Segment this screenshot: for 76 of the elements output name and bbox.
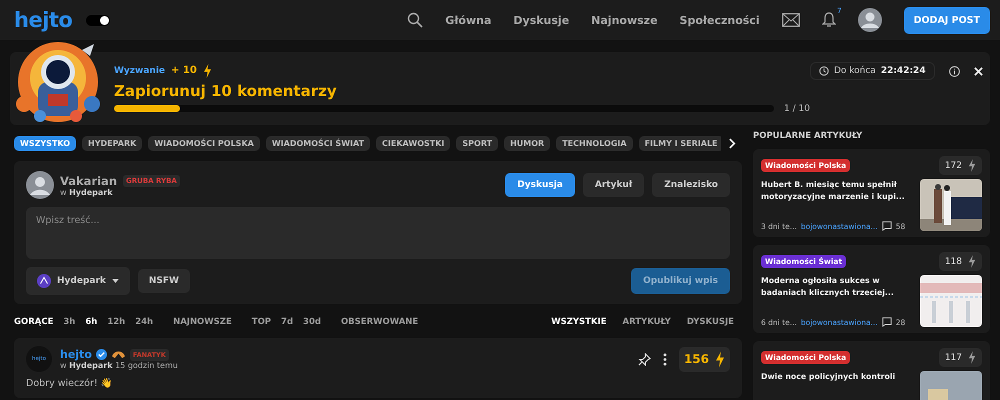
avatar-icon (26, 171, 54, 199)
filter-option[interactable]: DYSKUSJE (686, 317, 734, 327)
community-icon (37, 274, 51, 288)
lightning-icon (202, 64, 212, 78)
clock-icon (818, 66, 829, 76)
category-tab[interactable]: WIADOMOŚCI POLSKA (148, 136, 260, 151)
sort-option[interactable]: 6h (85, 317, 98, 327)
score-value: 172 (944, 160, 962, 170)
lightning-icon (715, 350, 725, 368)
post-type-tab[interactable]: Dyskusja (505, 173, 575, 197)
category-tab[interactable]: WIADOMOŚCI ŚWIAT (266, 136, 370, 151)
close-icon[interactable] (974, 66, 983, 76)
sort-option[interactable]: OBSERWOWANE (340, 317, 418, 327)
add-post-button[interactable]: DODAJ POST (904, 6, 990, 34)
score-value: 117 (944, 352, 962, 362)
chevron-right-icon[interactable] (729, 138, 736, 149)
author-name[interactable]: hejto (60, 348, 92, 361)
score-pill[interactable]: 156 (678, 346, 730, 372)
challenge-title: Zapiorunuj 10 komentarzy (114, 82, 338, 100)
sort-option[interactable]: 24h (135, 317, 154, 327)
nav-link[interactable]: Społeczności (680, 14, 760, 26)
user-name[interactable]: Vakarian (60, 174, 118, 188)
nav-link[interactable]: Główna (445, 14, 492, 26)
post-type-tab[interactable]: Znalezisko (652, 173, 730, 197)
post-input-field[interactable]: Wpisz treść... (26, 207, 730, 259)
info-icon[interactable] (948, 66, 960, 76)
theme-toggle[interactable] (86, 14, 110, 26)
reward-points: + 10 (171, 65, 197, 76)
category-tab[interactable]: WSZYSTKO (14, 136, 76, 151)
score-value: 118 (944, 256, 962, 266)
category-tab[interactable]: HYDEPARK (82, 136, 142, 151)
post-meta: w Hydepark 15 godzin temu (60, 361, 178, 370)
sort-option[interactable]: 30d (303, 317, 321, 327)
logo[interactable]: hejto (14, 8, 72, 32)
caret-icon (112, 279, 119, 283)
category-tab[interactable]: TECHNOLOGIA (556, 136, 633, 151)
envelope-icon[interactable] (782, 13, 800, 27)
community-dropdown[interactable]: Hydepark (26, 267, 130, 295)
sort-option[interactable]: 7d (281, 317, 294, 327)
category-tab[interactable]: HUMOR (504, 136, 550, 151)
sidebar-title: POPULARNE ARTYKUŁY (753, 131, 864, 141)
comment-icon (882, 317, 892, 327)
comment-icon (882, 221, 892, 231)
bell-icon[interactable] (822, 12, 836, 28)
sort-option[interactable]: TOP (252, 317, 272, 327)
progress-count: 1 / 10 (784, 104, 810, 114)
avatar-icon[interactable] (858, 8, 882, 32)
category-tab[interactable]: CIEKAWOSTKI (376, 136, 450, 151)
score-pill[interactable]: 117 (938, 348, 982, 367)
search-icon[interactable] (407, 12, 424, 28)
croissant-icon (110, 349, 126, 360)
countdown-label: Do końca (834, 66, 876, 76)
score-value: 156 (684, 352, 709, 366)
filter-option[interactable]: ARTYKUŁY (622, 317, 671, 327)
post-text: Dobry wieczór! 👋 (26, 378, 114, 390)
category-tab[interactable]: SPORT (456, 136, 498, 151)
challenge-label: Wyzwanie (114, 66, 166, 76)
sort-option[interactable]: 12h (107, 317, 126, 327)
post-type-tab[interactable]: Artykuł (582, 173, 644, 197)
pin-icon[interactable] (638, 352, 651, 366)
countdown-time: 22:42:24 (880, 66, 926, 76)
nav-link[interactable]: Najnowsze (591, 14, 658, 26)
sort-option[interactable]: 3h (63, 317, 76, 327)
score-pill[interactable]: 118 (938, 252, 982, 271)
lightning-icon (968, 351, 976, 364)
lightning-icon (968, 159, 976, 172)
score-pill[interactable]: 172 (938, 156, 982, 175)
sort-option[interactable]: GORĄCE (14, 317, 54, 327)
community-line: w Hydepark (60, 188, 114, 196)
nav-link[interactable]: Dyskusje (513, 14, 570, 26)
sort-option[interactable]: NAJNOWSZE (173, 317, 232, 327)
lightning-icon (968, 255, 976, 268)
filter-option[interactable]: WSZYSTKIE (551, 317, 607, 327)
more-icon[interactable] (662, 352, 667, 366)
category-tab[interactable]: FILMY I SERIALE (638, 136, 721, 151)
nsfw-button[interactable]: NSFW (138, 269, 190, 293)
